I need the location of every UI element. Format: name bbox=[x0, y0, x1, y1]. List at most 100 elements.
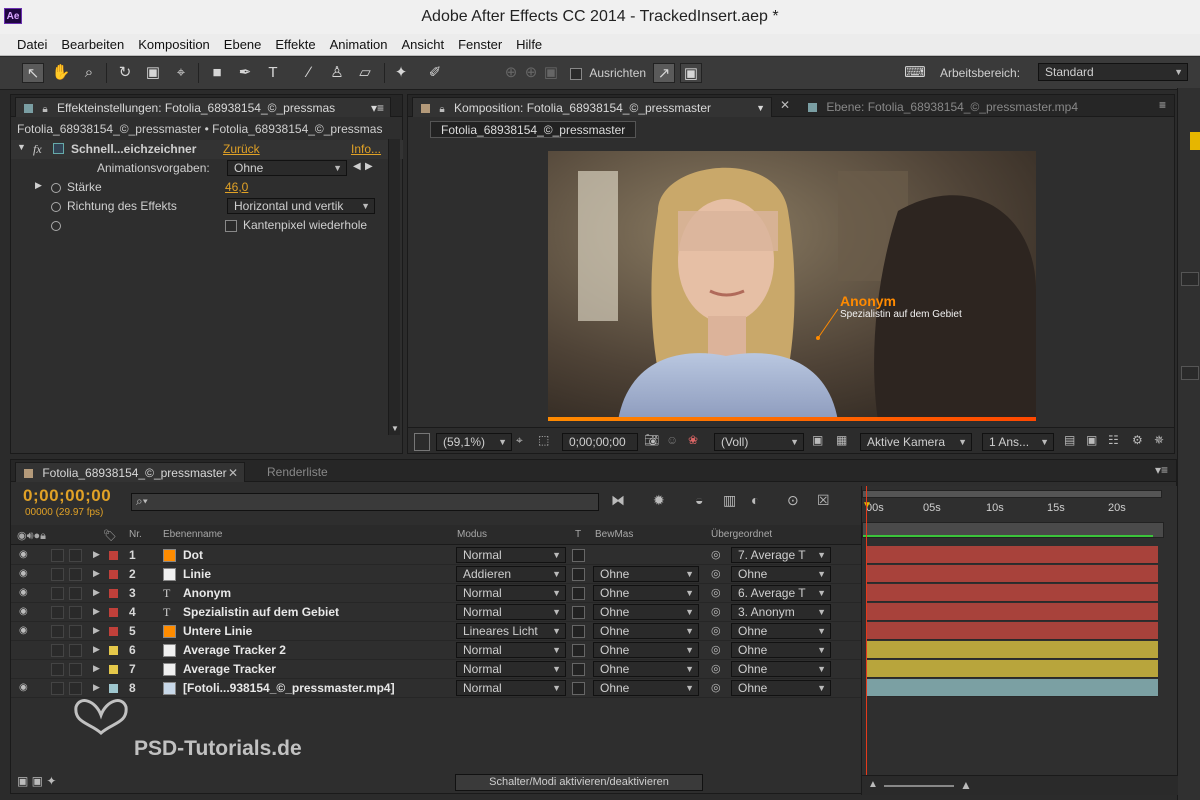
preserve-transparency-checkbox[interactable] bbox=[572, 606, 585, 619]
channel-icon[interactable]: ❀ bbox=[688, 433, 698, 451]
flowchart-icon[interactable]: ☷ bbox=[1108, 433, 1119, 451]
track-matte-select[interactable]: Ohne ▼ bbox=[593, 566, 699, 582]
solo-switch[interactable] bbox=[51, 606, 64, 619]
mode-select[interactable]: Addieren ▼ bbox=[456, 566, 566, 582]
track-matte-select[interactable]: Ohne ▼ bbox=[593, 642, 699, 658]
solo-switch[interactable] bbox=[51, 625, 64, 638]
tab-composition[interactable]: 🔒︎ Komposition: Fotolia_68938154_©_press… bbox=[412, 97, 772, 117]
eye-icon[interactable]: ◉ bbox=[19, 625, 28, 636]
strength-value[interactable]: 46,0 bbox=[225, 180, 248, 194]
axis-view-icon[interactable]: ▣ bbox=[540, 63, 562, 83]
zoom-out-icon[interactable]: ▲ bbox=[868, 779, 878, 790]
pick-whip-icon[interactable]: ◎ bbox=[711, 605, 721, 618]
track-matte-select[interactable]: Ohne ▼ bbox=[593, 585, 699, 601]
eye-icon[interactable]: ◉ bbox=[19, 682, 28, 693]
layer-duration-bar[interactable] bbox=[866, 660, 1158, 678]
label-color-swatch[interactable] bbox=[109, 684, 118, 693]
tab-render-queue[interactable]: Renderliste bbox=[259, 462, 336, 482]
fast-preview-icon[interactable]: ▣ bbox=[812, 433, 823, 451]
track-matte-select[interactable]: Ohne ▼ bbox=[593, 604, 699, 620]
close-icon[interactable]: ✕ bbox=[228, 463, 238, 483]
zoom-select[interactable]: (59,1%) ▼ bbox=[436, 433, 512, 451]
tab-effect-controls[interactable]: 🔒︎ Effekteinstellungen: Fotolia_68938154… bbox=[15, 97, 391, 117]
comp-dropdown-icon[interactable]: ▼ bbox=[756, 98, 765, 118]
snap-checkbox[interactable] bbox=[570, 67, 582, 80]
layer-row[interactable]: ◉ ▶ 3 T Anonym Normal ▼ Ohne ▼ ◎ 6. Average T ▼ bbox=[11, 584, 861, 603]
motion-blur-icon[interactable]: ◐ bbox=[751, 492, 759, 508]
fx-icon[interactable]: fx bbox=[33, 142, 42, 157]
track-matte-select[interactable]: Ohne ▼ bbox=[593, 680, 699, 696]
timeline-zoom-bar[interactable]: ▲ ▲ bbox=[862, 775, 1178, 795]
panel-menu-icon[interactable]: ≡ bbox=[1159, 98, 1166, 112]
layer-name[interactable]: [Fotoli...938154_©_pressmaster.mp4] bbox=[183, 681, 395, 695]
roto-brush-tool-icon[interactable]: ✦ bbox=[390, 63, 412, 83]
timeline-graph[interactable]: 00s 05s 10s 15s 20s ▼ ▲ ▲ bbox=[861, 486, 1178, 795]
stopwatch-icon[interactable] bbox=[51, 201, 61, 212]
eye-icon[interactable]: ◉ bbox=[19, 606, 28, 617]
axis-local-icon[interactable]: ⊕ bbox=[500, 63, 522, 83]
layer-duration-bar[interactable] bbox=[866, 679, 1158, 697]
rotate-tool-icon[interactable]: ↻ bbox=[114, 63, 136, 83]
lock-switch[interactable] bbox=[69, 663, 82, 676]
expand-triangle-icon[interactable]: ▶ bbox=[93, 549, 100, 560]
track-matte-select[interactable]: Ohne ▼ bbox=[593, 661, 699, 677]
lock-switch[interactable] bbox=[69, 587, 82, 600]
pan-behind-tool-icon[interactable]: ⌖ bbox=[170, 63, 192, 83]
axis-world-icon[interactable]: ⊕ bbox=[520, 63, 542, 83]
preserve-transparency-checkbox[interactable] bbox=[572, 568, 585, 581]
preserve-transparency-checkbox[interactable] bbox=[572, 644, 585, 657]
toggle-pixel-aspect-icon[interactable]: ▤ bbox=[1064, 433, 1075, 451]
workspace-menu-icon[interactable]: ⌨ bbox=[904, 63, 926, 83]
eye-icon[interactable]: ◉ bbox=[19, 587, 28, 598]
rectangle-tool-icon[interactable]: ■ bbox=[206, 63, 228, 83]
snap-features-icon[interactable]: ▣ bbox=[680, 63, 702, 83]
layer-name[interactable]: Average Tracker bbox=[183, 662, 276, 676]
parent-select[interactable]: Ohne ▼ bbox=[731, 642, 831, 658]
snapshot-icon[interactable]: 📷︎ bbox=[644, 433, 659, 451]
current-time[interactable]: 0;00;00;00 bbox=[23, 486, 111, 506]
layer-name[interactable]: Dot bbox=[183, 548, 203, 562]
layer-row[interactable]: ◉ ▶ 1 Dot Normal ▼ ◎ 7. Average T ▼ bbox=[11, 546, 861, 565]
layer-row[interactable]: ◉ ▶ 2 Linie Addieren ▼ Ohne ▼ ◎ Ohne ▼ bbox=[11, 565, 861, 584]
scroll-down-icon[interactable]: ▼ bbox=[391, 424, 399, 433]
layer-row[interactable]: ▶ 7 Average Tracker Normal ▼ Ohne ▼ ◎ Ohne ▼ bbox=[11, 660, 861, 679]
work-area-bar[interactable] bbox=[862, 490, 1162, 498]
camera-select[interactable]: Aktive Kamera ▼ bbox=[860, 433, 972, 451]
transparency-grid-icon[interactable]: ▦ bbox=[836, 433, 847, 451]
pick-whip-icon[interactable]: ◎ bbox=[711, 662, 721, 675]
clone-stamp-tool-icon[interactable]: ♙ bbox=[326, 63, 348, 83]
eraser-tool-icon[interactable]: ▱ bbox=[354, 63, 376, 83]
exposure-icon[interactable]: ⚙ bbox=[1132, 433, 1143, 451]
preserve-transparency-checkbox[interactable] bbox=[572, 682, 585, 695]
current-time-indicator[interactable] bbox=[866, 486, 867, 786]
mode-select[interactable]: Normal ▼ bbox=[456, 661, 566, 677]
toggle-switches-modes-button[interactable]: Schalter/Modi aktivieren/deaktivieren bbox=[455, 774, 703, 791]
lock-switch[interactable] bbox=[69, 606, 82, 619]
puppet-pin-tool-icon[interactable]: ✐ bbox=[424, 63, 446, 83]
preserve-transparency-checkbox[interactable] bbox=[572, 663, 585, 676]
pick-whip-icon[interactable]: ◎ bbox=[711, 624, 721, 637]
lock-icon[interactable]: 🔒︎ bbox=[439, 100, 444, 120]
preserve-transparency-checkbox[interactable] bbox=[572, 625, 585, 638]
char-font-field[interactable] bbox=[1181, 272, 1199, 286]
menu-effekte[interactable]: Effekte bbox=[268, 37, 322, 52]
label-color-swatch[interactable] bbox=[109, 589, 118, 598]
camera-tool-icon[interactable]: ▣ bbox=[142, 63, 164, 83]
zoom-in-icon[interactable]: ▲ bbox=[960, 778, 972, 792]
layer-name[interactable]: Linie bbox=[183, 567, 211, 581]
parent-select[interactable]: 6. Average T ▼ bbox=[731, 585, 831, 601]
info-link[interactable]: Info... bbox=[351, 142, 381, 156]
parent-select[interactable]: Ohne ▼ bbox=[731, 623, 831, 639]
direction-select[interactable]: Horizontal und vertik ▼ bbox=[227, 198, 375, 214]
brainstorm-icon[interactable]: ☒ bbox=[817, 492, 830, 509]
layer-duration-bar[interactable] bbox=[866, 603, 1158, 621]
expand-triangle-icon[interactable]: ▶ bbox=[93, 644, 100, 655]
selection-tool-icon[interactable]: ↖ bbox=[22, 63, 44, 83]
solo-switch[interactable] bbox=[51, 587, 64, 600]
prev-preset-icon[interactable]: ◀ bbox=[353, 161, 361, 172]
layer-duration-bar[interactable] bbox=[866, 584, 1158, 602]
reset-link[interactable]: Zurück bbox=[223, 142, 260, 156]
timeline-bottom-icons[interactable]: ▣ ▣ ✦ bbox=[17, 774, 56, 788]
frame-blending-icon[interactable]: ▥ bbox=[723, 492, 736, 509]
comp-mini-flowchart-icon[interactable]: ⧓ bbox=[611, 492, 625, 509]
